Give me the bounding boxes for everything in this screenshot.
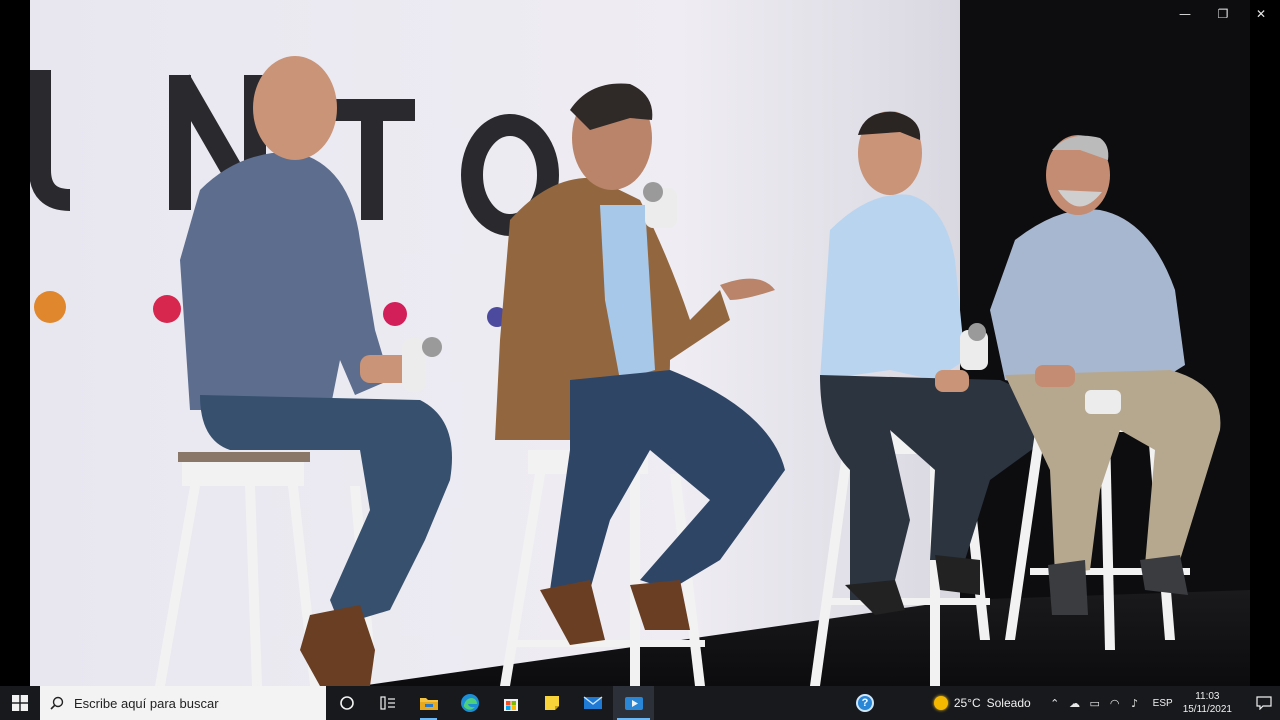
video-scene — [30, 0, 1250, 686]
volume-icon[interactable]: ♪ — [1125, 697, 1145, 710]
notification-center-button[interactable] — [1248, 686, 1280, 720]
clock-time: 11:03 — [1195, 691, 1220, 702]
notification-icon — [1256, 696, 1272, 710]
taskbar-sticky-notes[interactable] — [531, 686, 572, 720]
system-tray: 25°C Soleado ⌃ ☁ ▭ ◠ ♪ ESP 11:03 15/11/2… — [933, 686, 1280, 720]
clock[interactable]: 11:03 15/11/2021 — [1183, 690, 1232, 716]
mail-icon — [583, 696, 602, 709]
store-bag-icon — [503, 699, 518, 711]
sticky-notes-icon — [544, 696, 559, 710]
language-indicator[interactable]: ESP — [1153, 698, 1173, 709]
close-button[interactable]: ✕ — [1242, 0, 1280, 28]
restore-button[interactable]: ❐ — [1204, 0, 1242, 28]
video-player-icon — [624, 697, 643, 710]
battery-icon[interactable]: ▭ — [1085, 697, 1105, 710]
windows-logo-icon — [12, 695, 28, 711]
media-player-window: — ❐ ✕ — [0, 0, 1280, 686]
taskbar-file-explorer[interactable] — [408, 686, 449, 720]
minimize-button[interactable]: — — [1166, 0, 1204, 28]
weather-temperature: 25°C — [953, 696, 981, 710]
task-view-button[interactable] — [367, 686, 408, 720]
search-placeholder: Escribe aquí para buscar — [74, 695, 219, 711]
taskbar-video-player[interactable] — [613, 686, 654, 720]
taskbar-edge[interactable] — [449, 686, 490, 720]
weather-condition: Soleado — [986, 696, 1031, 710]
start-button[interactable] — [0, 686, 40, 720]
cortana-icon — [339, 696, 354, 710]
chevron-up-icon[interactable]: ⌃ — [1045, 697, 1065, 710]
taskbar-mail[interactable] — [572, 686, 613, 720]
sun-icon — [933, 696, 948, 710]
cortana-button[interactable] — [326, 686, 367, 720]
search-icon — [50, 696, 64, 710]
wifi-icon[interactable]: ◠ — [1105, 697, 1125, 710]
taskbar-search-box[interactable]: Escribe aquí para buscar — [40, 686, 326, 720]
onedrive-icon[interactable]: ☁ — [1065, 697, 1085, 710]
help-icon[interactable]: ? — [856, 694, 874, 712]
taskbar: Escribe aquí para buscar ? 25°C Soleado … — [0, 686, 1280, 720]
weather-widget[interactable]: 25°C Soleado — [933, 696, 1031, 710]
video-frame[interactable] — [30, 0, 1250, 686]
folder-icon — [419, 698, 438, 710]
taskbar-store[interactable] — [490, 686, 531, 720]
clock-date: 15/11/2021 — [1182, 704, 1232, 715]
edge-browser-icon — [460, 694, 479, 712]
window-controls: — ❐ ✕ — [1166, 0, 1280, 28]
task-view-icon — [379, 696, 395, 710]
